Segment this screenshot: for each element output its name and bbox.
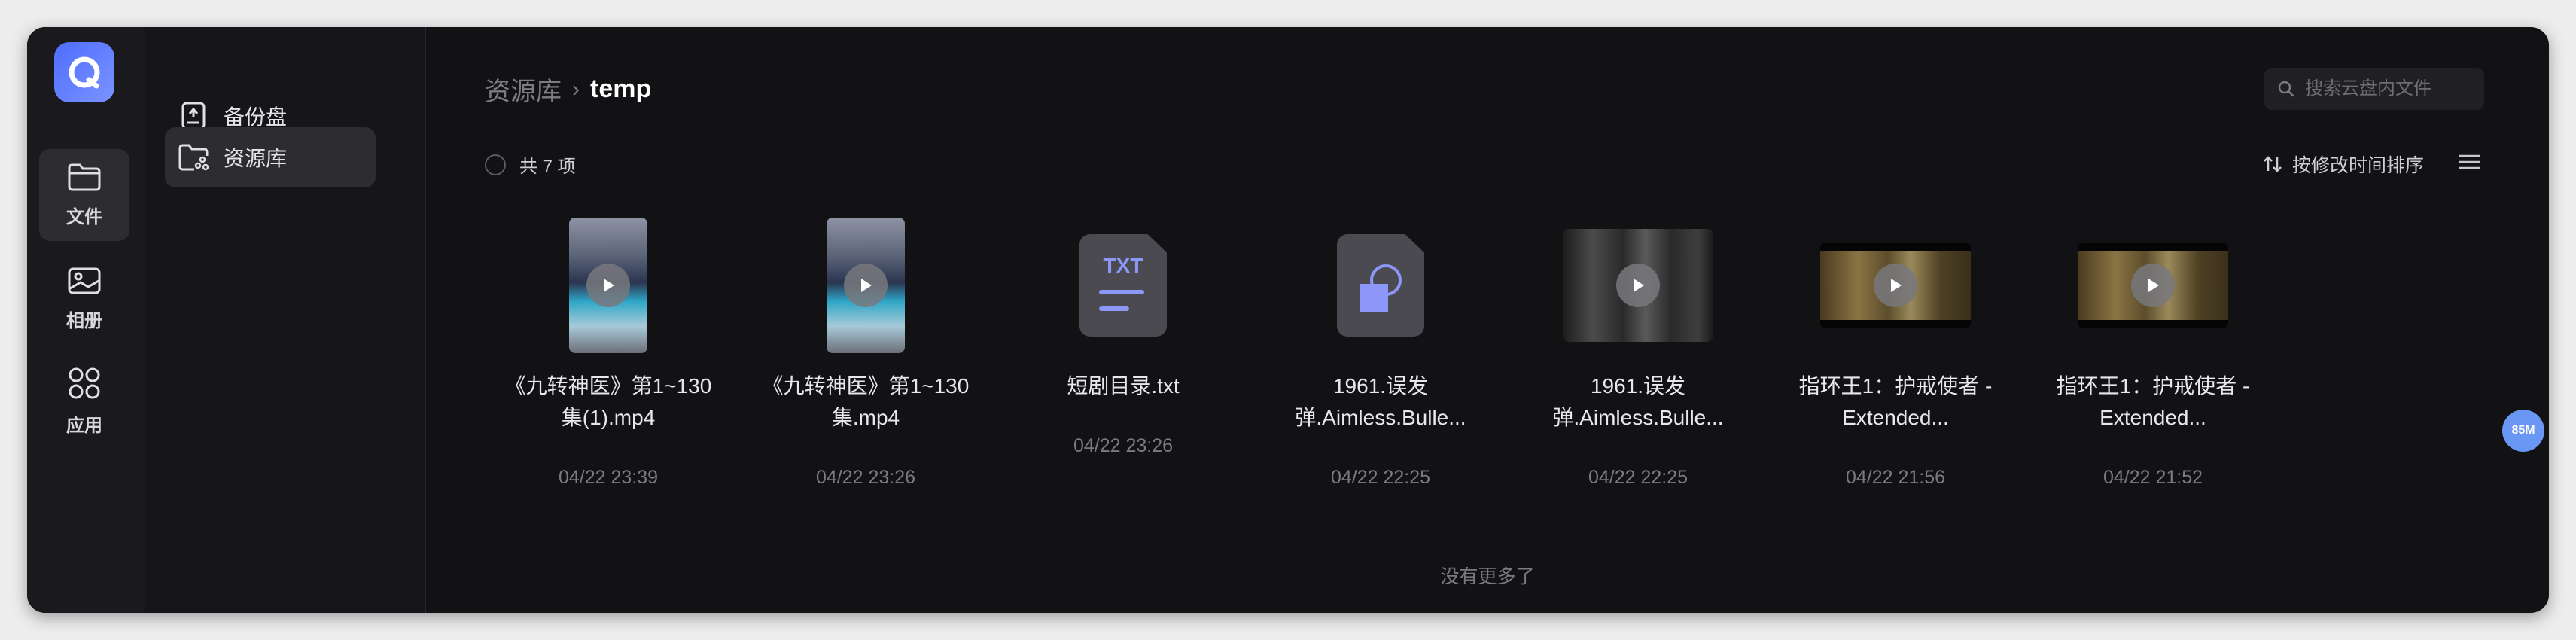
play-icon[interactable] [844, 264, 888, 307]
sort-label: 按修改时间排序 [2291, 155, 2424, 176]
play-icon[interactable] [1616, 264, 1660, 307]
select-all[interactable]: 共 7 项 [485, 151, 576, 178]
file-date: 04/22 23:26 [1073, 435, 1174, 456]
app-logo[interactable] [54, 42, 114, 102]
file-name: 1961.误发弹.Aimless.Bulle... [1295, 374, 1466, 429]
rail-item-label: 应用 [66, 416, 102, 436]
file-name: 指环王1：护戒使者 - Extended... [1798, 374, 1993, 429]
play-icon[interactable] [1874, 264, 1917, 307]
file-date: 04/22 21:52 [2103, 467, 2203, 488]
file-date: 04/22 22:25 [1588, 467, 1688, 488]
search-icon [2275, 78, 2297, 100]
apps-icon [67, 366, 102, 404]
search-input[interactable] [2303, 78, 2480, 100]
breadcrumb-separator: › [572, 76, 580, 102]
sort-icon [2262, 154, 2283, 174]
play-icon[interactable] [586, 264, 630, 307]
folder-icon [67, 162, 102, 196]
photo-icon [67, 266, 102, 300]
storage-badge[interactable]: 85M [2502, 410, 2544, 452]
rail-item-label: 文件 [66, 207, 102, 227]
sidebar-item-library[interactable]: 资源库 [165, 127, 376, 187]
generic-file-icon [1337, 234, 1424, 337]
rail-item-apps[interactable]: 应用 [39, 355, 129, 447]
end-of-list-text: 没有更多了 [1440, 566, 1535, 587]
select-all-checkbox[interactable] [485, 154, 506, 175]
sort-button[interactable]: 按修改时间排序 [2262, 151, 2424, 178]
file-thumbnail[interactable] [1525, 214, 1751, 357]
search-box[interactable] [2264, 68, 2484, 110]
file-thumbnail[interactable]: TXT [1010, 214, 1236, 357]
file-name: 《九转神医》第1~130集(1).mp4 [504, 374, 712, 429]
file-date: 04/22 22:25 [1330, 467, 1431, 488]
rail-item-label: 相册 [66, 311, 102, 331]
sidebar-item-label: 资源库 [224, 147, 288, 170]
item-count-label: 共 7 项 [519, 157, 576, 177]
file-name: 《九转神医》第1~130集.mp4 [762, 374, 970, 429]
shared-folder-icon [177, 141, 210, 174]
file-date: 04/22 23:39 [558, 467, 659, 488]
view-toggle-button[interactable] [2456, 152, 2483, 175]
breadcrumb: 资源库 › temp [485, 71, 651, 108]
file-thumbnail[interactable] [495, 214, 721, 357]
file-thumbnail[interactable] [753, 214, 979, 357]
file-date: 04/22 21:56 [1845, 467, 1946, 488]
txt-file-icon: TXT [1079, 234, 1167, 337]
file-type-badge: TXT [1103, 254, 1143, 277]
file-name: 短剧目录.txt [1067, 374, 1180, 398]
file-thumbnail[interactable] [1783, 214, 2008, 357]
file-date: 04/22 23:26 [815, 467, 916, 488]
file-name: 指环王1：护戒使者 - Extended... [2056, 374, 2250, 429]
rail-item-files[interactable]: 文件 [39, 149, 129, 241]
file-thumbnail[interactable] [2040, 214, 2266, 357]
sidebar: 备份盘 资源库 [145, 27, 426, 613]
sidebar-item-label: 备份盘 [224, 105, 288, 129]
file-name: 1961.误发弹.Aimless.Bulle... [1552, 374, 1724, 429]
list-view-icon [2458, 154, 2480, 174]
breadcrumb-parent[interactable]: 资源库 [485, 71, 562, 108]
rail-item-photos[interactable]: 相册 [39, 253, 129, 345]
play-icon[interactable] [2131, 264, 2175, 307]
nav-rail: 文件 相册 应用 [27, 27, 145, 613]
file-thumbnail[interactable] [1268, 214, 1494, 357]
app-window: 文件 相册 应用 备份盘 资源库 资源库 › temp 搜索云盘内文件 共 7 … [27, 27, 2549, 613]
breadcrumb-current: temp [590, 75, 652, 103]
main-content: 资源库 › temp 共 7 项 按修改时间排序 [426, 27, 2549, 613]
